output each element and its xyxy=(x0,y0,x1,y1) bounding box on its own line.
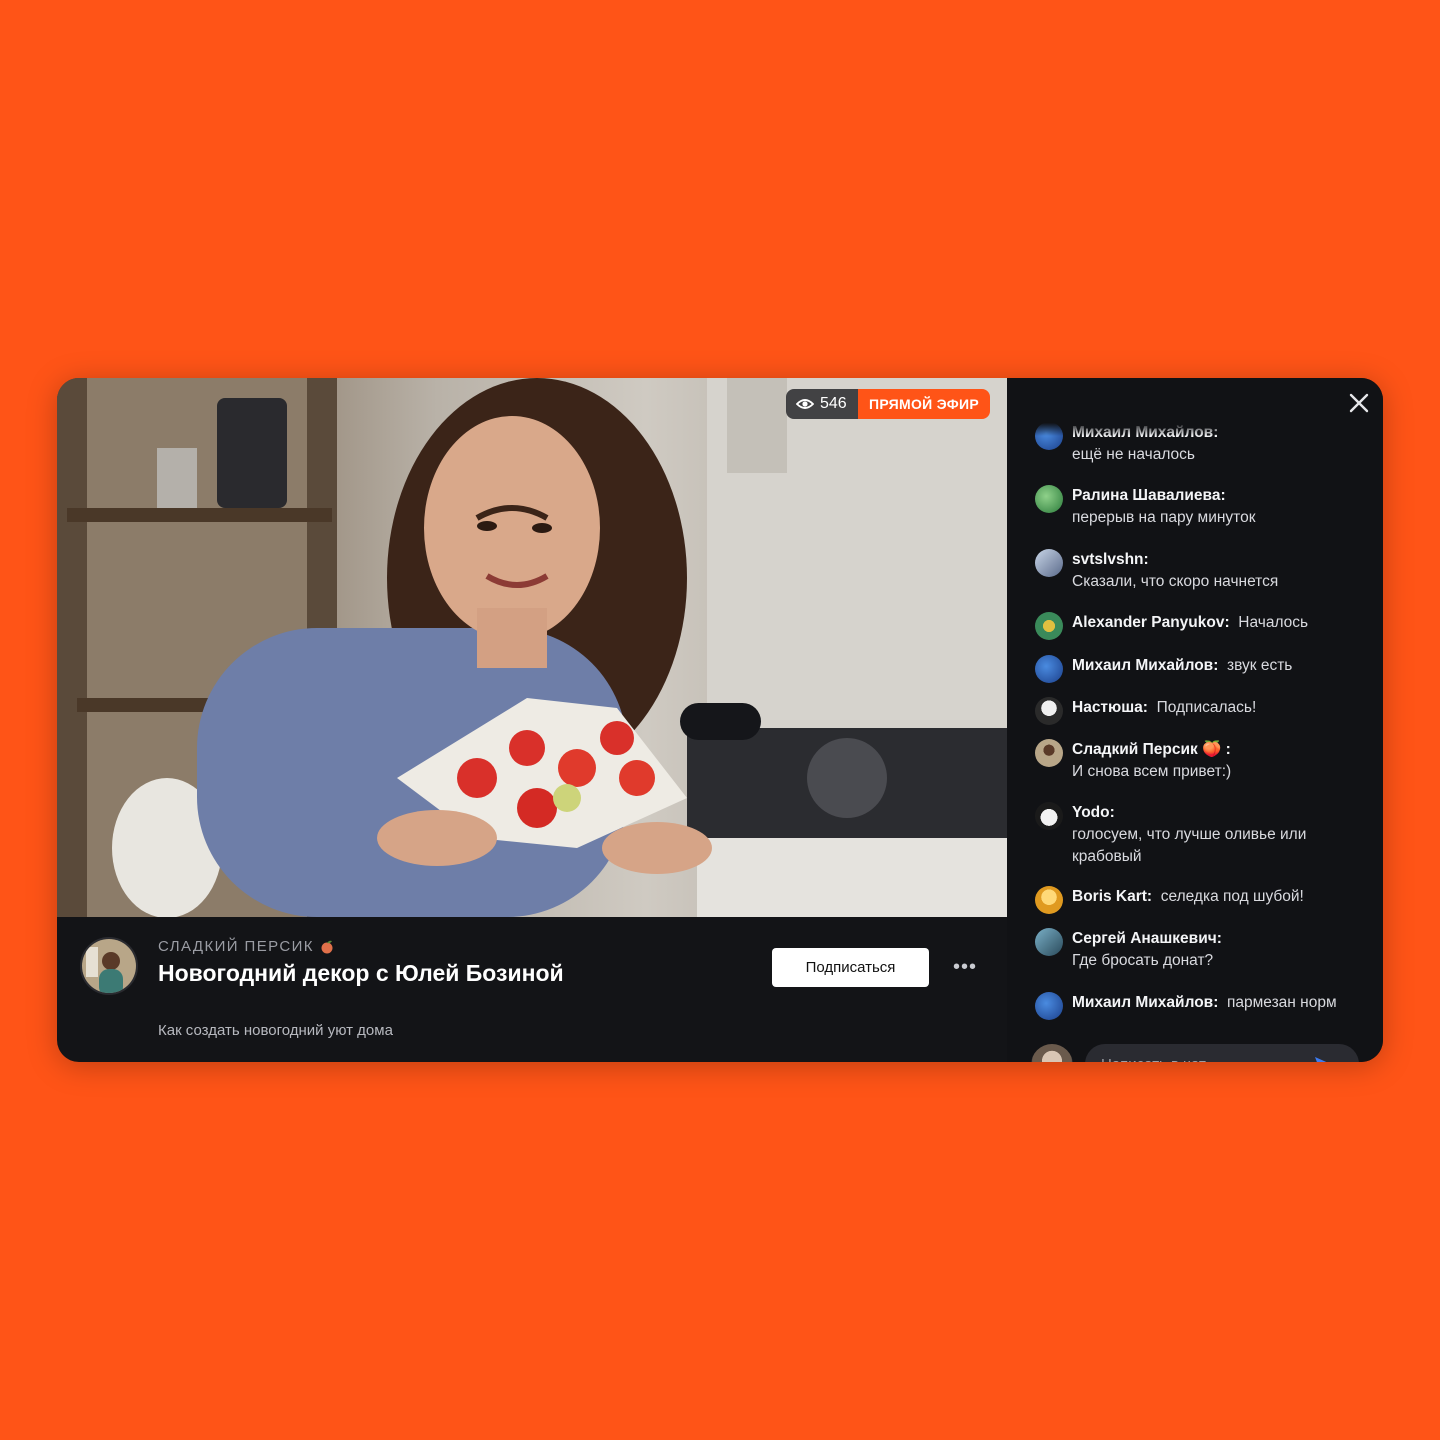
eye-icon xyxy=(796,399,814,409)
chat-message: Alexander Panyukov: Началось xyxy=(1035,612,1365,640)
user-avatar xyxy=(1035,697,1063,725)
chat-text: звук есть xyxy=(1227,657,1293,674)
user-avatar xyxy=(1035,739,1063,767)
chat-message: Сергей Анашкевич: Где бросать донат? xyxy=(1035,928,1365,972)
channel-avatar[interactable] xyxy=(80,937,138,995)
chat-author[interactable]: Yodo: xyxy=(1072,804,1115,821)
chat-author[interactable]: Михаил Михайлов: xyxy=(1072,994,1218,1011)
peach-icon xyxy=(321,940,333,953)
chat-author[interactable]: svtslvshn: xyxy=(1072,551,1149,568)
send-icon[interactable] xyxy=(1313,1054,1335,1062)
chat-text: Началось xyxy=(1238,614,1309,631)
chat-text: пармезан норм xyxy=(1227,994,1337,1011)
user-avatar xyxy=(1035,802,1063,830)
subscribe-button[interactable]: Подписаться xyxy=(772,948,929,987)
chat-text: ещё не началось xyxy=(1072,446,1195,463)
video-image xyxy=(57,378,1007,917)
video-control-pill[interactable] xyxy=(680,703,761,740)
user-avatar xyxy=(1035,886,1063,914)
chat-text: Подписалась! xyxy=(1156,699,1257,716)
user-avatar xyxy=(1035,612,1063,640)
chat-text: перерыв на пару минуток xyxy=(1072,509,1256,526)
chat-text: Сказали, что скоро начнется xyxy=(1072,573,1279,590)
chat-text: голосуем, что лучше оливье или крабовый xyxy=(1072,826,1307,865)
chat-author[interactable]: Boris Kart: xyxy=(1072,888,1152,905)
user-avatar xyxy=(1035,485,1063,513)
channel-name-label: СЛАДКИЙ ПЕРСИК xyxy=(158,938,314,955)
user-avatar xyxy=(1035,655,1063,683)
chat-message: Михаил Михайлов: пармезан норм xyxy=(1035,992,1365,1020)
chat-message: Михаил Михайлов: звук есть xyxy=(1035,655,1365,683)
views-counter: 546 xyxy=(786,389,859,419)
chat-author[interactable]: Сергей Анашкевич: xyxy=(1072,930,1222,947)
chat-author[interactable]: Михаил Михайлов: xyxy=(1072,657,1218,674)
chat-message: Сладкий Персик 🍑 : И снова всем привет:) xyxy=(1035,739,1365,783)
live-badge: ПРЯМОЙ ЭФИР xyxy=(858,389,991,419)
chat-message: Boris Kart: селедка под шубой! xyxy=(1035,886,1365,914)
chat-top-fade xyxy=(1007,414,1383,436)
stream-title: Новогодний декор с Юлей Бозиной xyxy=(158,960,564,986)
video-frame[interactable]: 546 ПРЯМОЙ ЭФИР xyxy=(57,378,1007,917)
chat-message: Yodo: голосуем, что лучше оливье или краб… xyxy=(1035,802,1365,868)
stream-description: Как создать новогодний уют дома xyxy=(158,1022,393,1039)
chat-author[interactable]: Настюша: xyxy=(1072,699,1148,716)
user-avatar xyxy=(1035,928,1063,956)
my-avatar xyxy=(1031,1044,1073,1062)
chat-message: svtslvshn: Сказали, что скоро начнется xyxy=(1035,549,1365,593)
more-options-button[interactable]: ••• xyxy=(950,952,980,982)
chat-text: Где бросать донат? xyxy=(1072,952,1214,969)
close-icon[interactable] xyxy=(1346,390,1372,416)
chat-message: Настюша: Подписалась! xyxy=(1035,697,1365,725)
live-stream-player: 546 ПРЯМОЙ ЭФИР СЛАДКИЙ ПЕРСИК Новогодни… xyxy=(57,378,1383,1062)
chat-author[interactable]: Ралина Шавалиева: xyxy=(1072,487,1226,504)
chat-text: селедка под шубой! xyxy=(1160,888,1304,905)
chat-author[interactable]: Сладкий Персик 🍑 : xyxy=(1072,741,1231,758)
chat-message: Ралина Шавалиева: перерыв на пару минуток xyxy=(1035,485,1365,529)
user-avatar xyxy=(1035,549,1063,577)
chat-panel: Михаил Михайлов: ещё не началось Ралина Ш… xyxy=(1007,378,1383,1062)
chat-author[interactable]: Alexander Panyukov: xyxy=(1072,614,1230,631)
views-count: 546 xyxy=(820,395,847,412)
channel-name[interactable]: СЛАДКИЙ ПЕРСИК xyxy=(158,938,334,955)
user-avatar xyxy=(1035,992,1063,1020)
chat-text: И снова всем привет:) xyxy=(1072,763,1232,780)
